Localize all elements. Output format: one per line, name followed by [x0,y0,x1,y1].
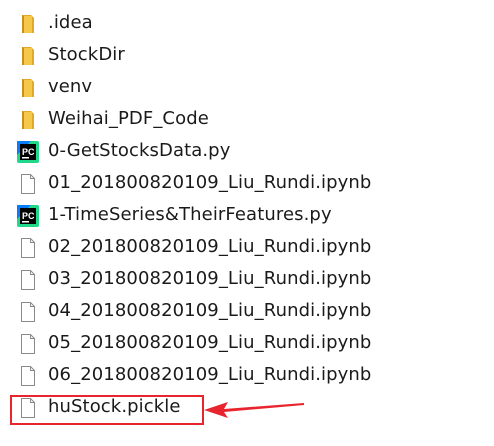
pycharm-badge-text: PC [22,147,35,157]
file-row[interactable]: venv [0,72,494,104]
file-row[interactable]: 04_201800820109_Liu_Rundi.ipynb [0,296,494,328]
file-name: 1-TimeSeries&TheirFeatures.py [48,204,332,225]
file-row[interactable]: 03_201800820109_Liu_Rundi.ipynb [0,264,494,296]
arrow-icon [204,402,304,418]
file-icon [17,365,39,387]
file-name: 03_201800820109_Liu_Rundi.ipynb [48,268,372,289]
folder-icon [17,13,39,35]
file-icon [17,301,39,323]
file-name: venv [48,76,93,97]
folder-icon [17,109,39,131]
file-icon [17,333,39,355]
file-row[interactable]: PC 1-TimeSeries&TheirFeatures.py [0,200,494,232]
file-name: Weihai_PDF_Code [48,108,209,129]
file-row[interactable]: StockDir [0,40,494,72]
file-row[interactable]: 06_201800820109_Liu_Rundi.ipynb [0,360,494,392]
file-name: .idea [48,12,93,33]
file-name: StockDir [48,44,125,65]
file-row[interactable]: .idea [0,8,494,40]
pycharm-badge-text: PC [22,211,35,221]
file-row[interactable]: Weihai_PDF_Code [0,104,494,136]
pycharm-icon: PC [17,205,39,227]
file-icon [17,173,39,195]
pycharm-icon: PC [17,141,39,163]
file-row[interactable]: 01_201800820109_Liu_Rundi.ipynb [0,168,494,200]
file-icon [17,237,39,259]
file-row[interactable]: 05_201800820109_Liu_Rundi.ipynb [0,328,494,360]
file-name: 02_201800820109_Liu_Rundi.ipynb [48,236,372,257]
file-name: 06_201800820109_Liu_Rundi.ipynb [48,364,372,385]
folder-icon [17,45,39,67]
highlight-box [10,395,204,425]
file-name: 01_201800820109_Liu_Rundi.ipynb [48,172,372,193]
file-row[interactable]: 02_201800820109_Liu_Rundi.ipynb [0,232,494,264]
folder-icon [17,77,39,99]
file-icon [17,269,39,291]
file-name: 0-GetStocksData.py [48,140,231,161]
file-list: .idea StockDir venv Weihai_PDF_Code PC 0… [0,8,494,424]
file-name: 04_201800820109_Liu_Rundi.ipynb [48,300,372,321]
file-name: 05_201800820109_Liu_Rundi.ipynb [48,332,372,353]
file-row[interactable]: PC 0-GetStocksData.py [0,136,494,168]
